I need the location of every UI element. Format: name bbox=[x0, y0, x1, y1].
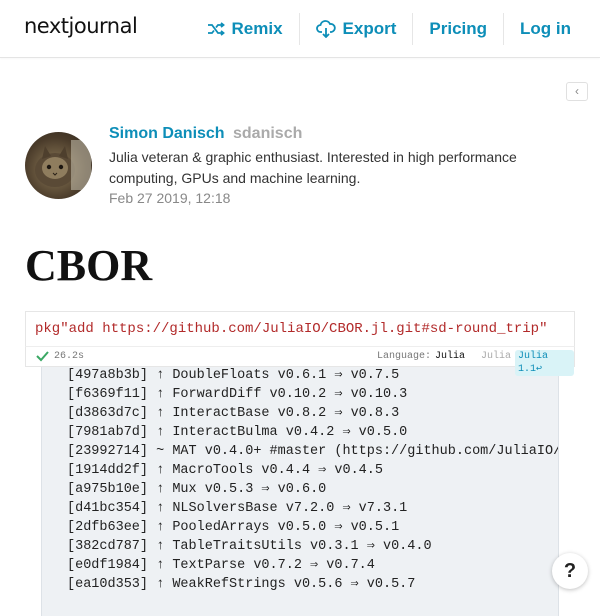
author-bio: Julia veteran & graphic enthusiast. Inte… bbox=[109, 149, 517, 186]
avatar[interactable] bbox=[25, 132, 92, 199]
run-duration: 26.2s bbox=[54, 351, 85, 362]
nextjournal-logo[interactable]: nextjournal bbox=[24, 14, 138, 38]
output-lines: [b4f34e82] ↑ Distances v0.7.4 ⇒ v0.8.0[4… bbox=[67, 356, 558, 594]
export-label: Export bbox=[342, 18, 397, 38]
post-date: Feb 27 2019, 12:18 bbox=[109, 190, 231, 206]
checkmark-icon bbox=[36, 351, 49, 362]
output-line: [1914dd2f] ↑ MacroTools v0.4.4 ⇒ v0.4.5 bbox=[67, 463, 383, 478]
shuffle-icon bbox=[207, 21, 225, 36]
runtime-badge[interactable]: Julia 1.1↩ bbox=[515, 350, 574, 376]
output-line: [382cd787] ↑ TableTraitsUtils v0.3.1 ⇒ v… bbox=[67, 539, 432, 554]
language-label: Language: bbox=[377, 351, 432, 362]
runtime-label: Julia bbox=[481, 351, 512, 362]
remix-label: Remix bbox=[231, 18, 283, 38]
cell-status-bar: 26.2s Language: Julia Julia Julia 1.1↩ bbox=[25, 346, 575, 376]
output-line: [2dfb63ee] ↑ PooledArrays v0.5.0 ⇒ v0.5.… bbox=[67, 520, 400, 535]
output-line: [f6369f11] ↑ ForwardDiff v0.10.2 ⇒ v0.10… bbox=[67, 387, 408, 402]
remix-button[interactable]: Remix bbox=[191, 13, 299, 45]
login-link[interactable]: Log in bbox=[503, 12, 600, 45]
help-button[interactable]: ? bbox=[552, 553, 588, 589]
export-button[interactable]: Export bbox=[298, 12, 413, 45]
top-nav: Remix Export Pricing Log in bbox=[191, 0, 600, 57]
page-title: CBOR bbox=[25, 241, 153, 290]
code-text[interactable]: pkg"add https://github.com/JuliaIO/CBOR.… bbox=[35, 321, 547, 337]
pricing-link[interactable]: Pricing bbox=[412, 12, 503, 45]
output-line: [a975b10e] ↑ Mux v0.5.3 ⇒ v0.6.0 bbox=[67, 482, 327, 497]
code-cell[interactable]: pkg"add https://github.com/JuliaIO/CBOR.… bbox=[25, 311, 575, 346]
output-line: [d3863d7c] ↑ InteractBase v0.8.2 ⇒ v0.8.… bbox=[67, 406, 400, 421]
cell-output[interactable]: [b4f34e82] ↑ Distances v0.7.4 ⇒ v0.8.0[4… bbox=[41, 356, 559, 616]
output-line: [497a8b3b] ↑ DoubleFloats v0.6.1 ⇒ v0.7.… bbox=[67, 368, 400, 383]
author-name[interactable]: Simon Danisch bbox=[109, 125, 225, 143]
output-line: [23992714] ~ MAT v0.4.0+ #master (https:… bbox=[67, 444, 558, 459]
download-cloud-icon bbox=[315, 19, 336, 38]
output-line: [7981ab7d] ↑ InteractBulma v0.4.2 ⇒ v0.5… bbox=[67, 425, 408, 440]
output-line: [ea10d353] ↑ WeakRefStrings v0.5.6 ⇒ v0.… bbox=[67, 577, 416, 592]
output-line: [d41bc354] ↑ NLSolversBase v7.2.0 ⇒ v7.3… bbox=[67, 501, 408, 516]
language-value[interactable]: Julia bbox=[435, 351, 465, 362]
chevron-left-icon: ‹ bbox=[575, 84, 579, 98]
output-line: [e0df1984] ↑ TextParse v0.7.2 ⇒ v0.7.4 bbox=[67, 558, 375, 573]
sidebar-toggle-button[interactable]: ‹ bbox=[566, 82, 588, 101]
author-handle[interactable]: sdanisch bbox=[233, 125, 302, 143]
cat-photo bbox=[35, 140, 91, 190]
top-header: nextjournal Remix Export Pricing Log in bbox=[0, 0, 600, 58]
question-mark-icon: ? bbox=[563, 560, 577, 582]
